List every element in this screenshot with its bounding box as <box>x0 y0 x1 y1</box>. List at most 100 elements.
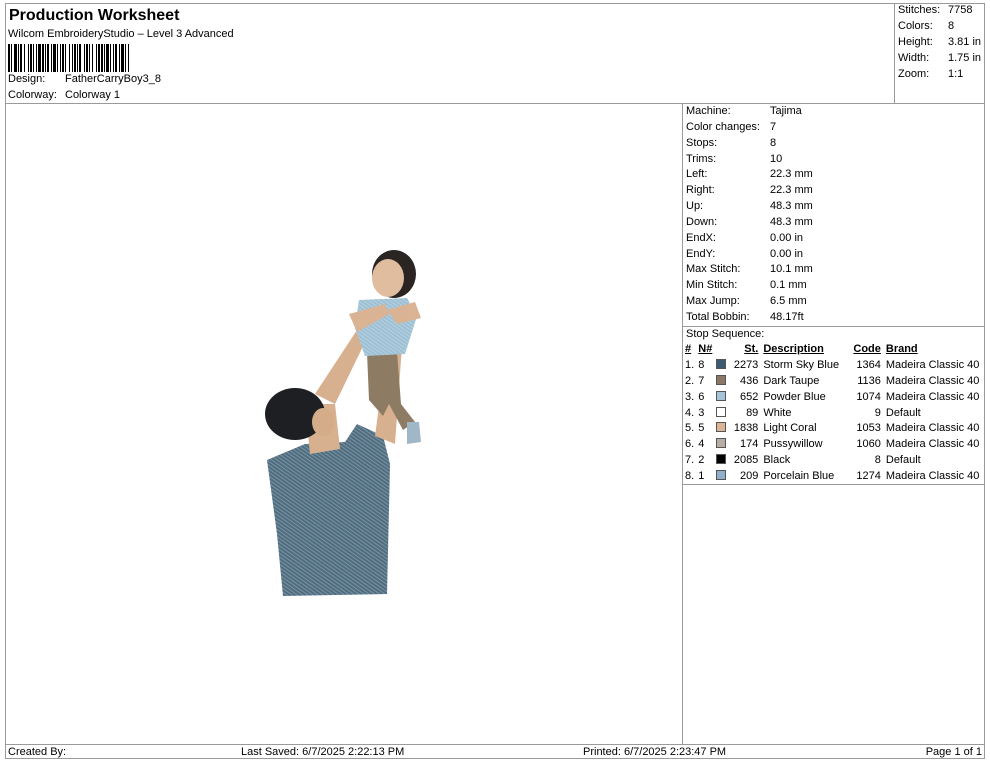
thread-color-swatch <box>715 390 726 401</box>
worksheet-title: Production Worksheet <box>9 7 180 24</box>
thread-code: 1136 <box>857 374 881 387</box>
row-number: 8. <box>685 469 695 482</box>
barcode-bar <box>129 44 130 72</box>
needle-number: 1 <box>698 469 705 482</box>
stop-sequence-row: 3. 6 652 Powder Blue 1074 Madeira Classic 40 <box>685 389 985 405</box>
thread-color-swatch <box>715 438 726 449</box>
thread-code: 8 <box>874 453 881 466</box>
stop-sequence-row: 2. 7 436 Dark Taupe 1136 Madeira Classic 40 <box>685 374 985 390</box>
thread-description: Pussywillow <box>763 438 823 451</box>
thread-brand: Madeira Classic 40 <box>885 469 980 482</box>
summary-width: Width: 1.75 in <box>898 52 982 64</box>
info-max-stitch: Max Stitch: 10.1 mm <box>686 263 813 275</box>
summary-stitches: Stitches: 7758 <box>898 4 973 16</box>
thread-code: 1364 <box>856 359 881 372</box>
thread-color-swatch <box>715 359 726 370</box>
thread-brand: Madeira Classic 40 <box>885 374 980 387</box>
info-total-bobbin: Total Bobbin: 48.17ft <box>686 311 804 323</box>
col-num: # <box>685 343 692 356</box>
color-swatch <box>715 453 729 469</box>
color-swatch <box>715 421 729 437</box>
thread-brand: Madeira Classic 40 <box>885 390 980 403</box>
thread-description: Black <box>763 453 791 466</box>
thread-code: 1060 <box>856 438 881 451</box>
needle-number: 8 <box>698 359 705 372</box>
col-description: Description <box>763 343 824 356</box>
colorway-row: Colorway: Colorway 1 <box>8 89 120 101</box>
stop-sequence-row: 6. 4 174 Pussywillow 1060 Madeira Classic 40 <box>685 437 985 453</box>
info-stops: Stops: 8 <box>686 137 777 149</box>
design-value: FatherCarryBoy3_8 <box>65 73 161 85</box>
printed-date: Printed: 6/7/2025 2:23:47 PM <box>583 746 727 758</box>
stitch-count: 436 <box>739 374 759 387</box>
info-endx: EndX: 0.00 in <box>686 232 804 244</box>
info-trims: Trims: 10 <box>686 153 783 165</box>
info-down: Down: 48.3 mm <box>686 216 813 228</box>
design-label: Design: <box>8 73 46 85</box>
thread-brand: Madeira Classic 40 <box>885 359 980 372</box>
col-brand: Brand <box>885 343 918 356</box>
stitch-count: 2085 <box>733 453 759 466</box>
row-number: 6. <box>685 438 695 451</box>
col-swatch <box>716 342 729 358</box>
thread-color-swatch <box>715 422 726 433</box>
worksheet-footer: Created By: Last Saved: 6/7/2025 2:22:13… <box>5 744 985 759</box>
color-swatch <box>715 389 729 405</box>
color-swatch <box>715 437 729 453</box>
info-color-changes: Color changes: 7 <box>686 121 777 133</box>
colorway-label: Colorway: <box>8 89 57 101</box>
stop-sequence-header: # N# St. Description Code Brand <box>685 342 985 358</box>
thread-brand: Default <box>885 406 921 419</box>
row-number: 4. <box>685 406 695 419</box>
row-number: 5. <box>685 422 695 435</box>
info-up: Up: 48.3 mm <box>686 200 813 212</box>
design-row: Design: FatherCarryBoy3_8 <box>8 73 161 85</box>
info-max-jump: Max Jump: 6.5 mm <box>686 295 807 307</box>
row-number: 2. <box>685 374 695 387</box>
stop-sequence-row: 7. 2 2085 Black 8 Default <box>685 453 985 469</box>
thread-color-swatch <box>715 469 726 480</box>
col-n: N# <box>698 343 713 356</box>
design-preview <box>5 104 683 744</box>
summary-zoom: Zoom: 1:1 <box>898 68 964 80</box>
row-number: 7. <box>685 453 695 466</box>
stitch-count: 209 <box>739 469 759 482</box>
info-right: Right: 22.3 mm <box>686 184 813 196</box>
color-swatch <box>715 374 729 390</box>
needle-number: 3 <box>698 406 705 419</box>
thread-color-swatch <box>715 453 726 464</box>
stitch-count: 1838 <box>733 422 759 435</box>
thread-description: Powder Blue <box>763 390 826 403</box>
summary-colors: Colors: 8 <box>898 20 955 32</box>
row-number: 1. <box>685 359 695 372</box>
thread-description: Porcelain Blue <box>763 469 835 482</box>
stop-sequence-row: 1. 8 2273 Storm Sky Blue 1364 Madeira Classic… <box>685 358 985 374</box>
thread-color-swatch <box>715 374 726 385</box>
info-machine: Machine: Tajima <box>686 105 802 117</box>
thread-description: Dark Taupe <box>763 374 820 387</box>
page-number: Page 1 of 1 <box>925 746 982 758</box>
needle-number: 4 <box>698 438 705 451</box>
info-endy: EndY: 0.00 in <box>686 248 804 260</box>
worksheet-header: Production Worksheet Wilcom EmbroiderySt… <box>5 3 895 104</box>
color-swatch <box>715 468 729 484</box>
stop-sequence-divider <box>683 484 985 485</box>
thread-description: White <box>763 406 792 419</box>
stitch-count: 2273 <box>733 359 759 372</box>
needle-number: 2 <box>698 453 705 466</box>
stop-sequence-row: 4. 3 89 White 9 Default <box>685 405 985 421</box>
info-min-stitch: Min Stitch: 0.1 mm <box>686 279 807 291</box>
stop-sequence-title: Stop Sequence: <box>683 326 985 342</box>
thread-brand: Madeira Classic 40 <box>885 422 980 435</box>
color-swatch <box>715 358 729 374</box>
thread-description: Light Coral <box>763 422 817 435</box>
needle-number: 6 <box>698 390 705 403</box>
last-saved: Last Saved: 6/7/2025 2:22:13 PM <box>241 746 405 758</box>
info-left: Left: 22.3 mm <box>686 168 813 180</box>
stop-sequence-table: # N# St. Description Code Brand 1. 8 2273 S… <box>685 342 985 484</box>
row-number: 3. <box>685 390 695 403</box>
stitch-count: 174 <box>739 438 759 451</box>
needle-number: 7 <box>698 374 705 387</box>
thread-code: 1074 <box>856 390 881 403</box>
embroidery-design-image <box>265 250 421 596</box>
